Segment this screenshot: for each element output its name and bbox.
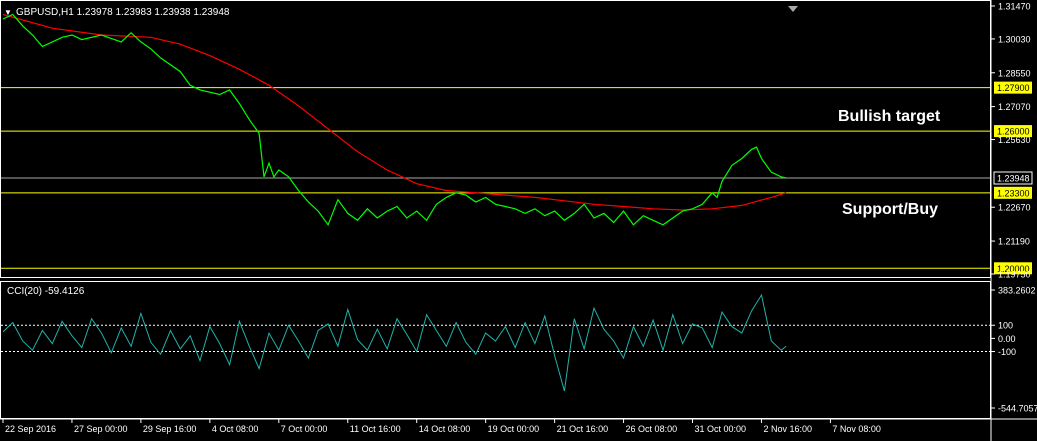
level-price-label: 1.23300 xyxy=(997,188,1030,198)
chart-menu-arrow-icon[interactable]: ▼ xyxy=(4,8,12,17)
price-tick-label: 1.19750 xyxy=(998,270,1031,280)
price-tick-label: 1.22670 xyxy=(998,203,1031,213)
time-tick-label: 19 Oct 00:00 xyxy=(488,424,540,434)
time-tick-label: 4 Oct 08:00 xyxy=(212,424,259,434)
cci-tick-label: 100 xyxy=(998,321,1013,331)
price-pane[interactable] xyxy=(0,0,991,278)
time-tick-label: 21 Oct 16:00 xyxy=(557,424,609,434)
price-tick-label: 1.30030 xyxy=(998,34,1031,44)
chart-shift-marker-icon[interactable] xyxy=(788,6,798,12)
cci-tick-label: -100 xyxy=(998,347,1016,357)
price-tick-label: 1.25630 xyxy=(998,135,1031,145)
time-tick-label: 27 Sep 00:00 xyxy=(74,424,128,434)
time-tick-label: 14 Oct 08:00 xyxy=(419,424,471,434)
time-tick-label: 11 Oct 16:00 xyxy=(350,424,401,434)
time-tick-label: 2 Nov 16:00 xyxy=(763,424,812,434)
price-tick-label: 1.31470 xyxy=(998,2,1031,12)
cci-tick-label: 0.00 xyxy=(998,334,1016,344)
bullish-target-label: Bullish target xyxy=(838,108,941,125)
price-tick-label: 1.21190 xyxy=(998,237,1030,247)
time-tick-label: 29 Sep 16:00 xyxy=(143,424,197,434)
symbol-header: GBPUSD,H1 1.23978 1.23983 1.23938 1.2394… xyxy=(16,7,230,18)
time-tick-label: 26 Oct 08:00 xyxy=(626,424,678,434)
cci-tick-label: -544.7057 xyxy=(998,404,1037,414)
time-tick-label: 22 Sep 2016 xyxy=(5,424,56,434)
time-tick-label: 31 Oct 00:00 xyxy=(695,424,747,434)
current-price-label: 1.23948 xyxy=(997,174,1030,184)
time-tick-label: 7 Nov 08:00 xyxy=(832,424,881,434)
price-tick-label: 1.27070 xyxy=(998,102,1031,112)
moving-average-line xyxy=(2,13,787,211)
cci-line xyxy=(2,293,787,392)
cci-title: CCI(20) -59.4126 xyxy=(7,286,85,297)
level-price-label: 1.27900 xyxy=(997,83,1030,93)
cci-tick-label: 383.2602 xyxy=(998,286,1036,296)
trading-chart[interactable]: 1.279001.260001.233001.200001.23948 1.31… xyxy=(0,0,1037,441)
support-buy-label: Support/Buy xyxy=(842,201,938,218)
cci-pane[interactable] xyxy=(0,281,991,419)
time-tick-label: 7 Oct 00:00 xyxy=(281,424,328,434)
price-tick-label: 1.28550 xyxy=(998,68,1031,78)
